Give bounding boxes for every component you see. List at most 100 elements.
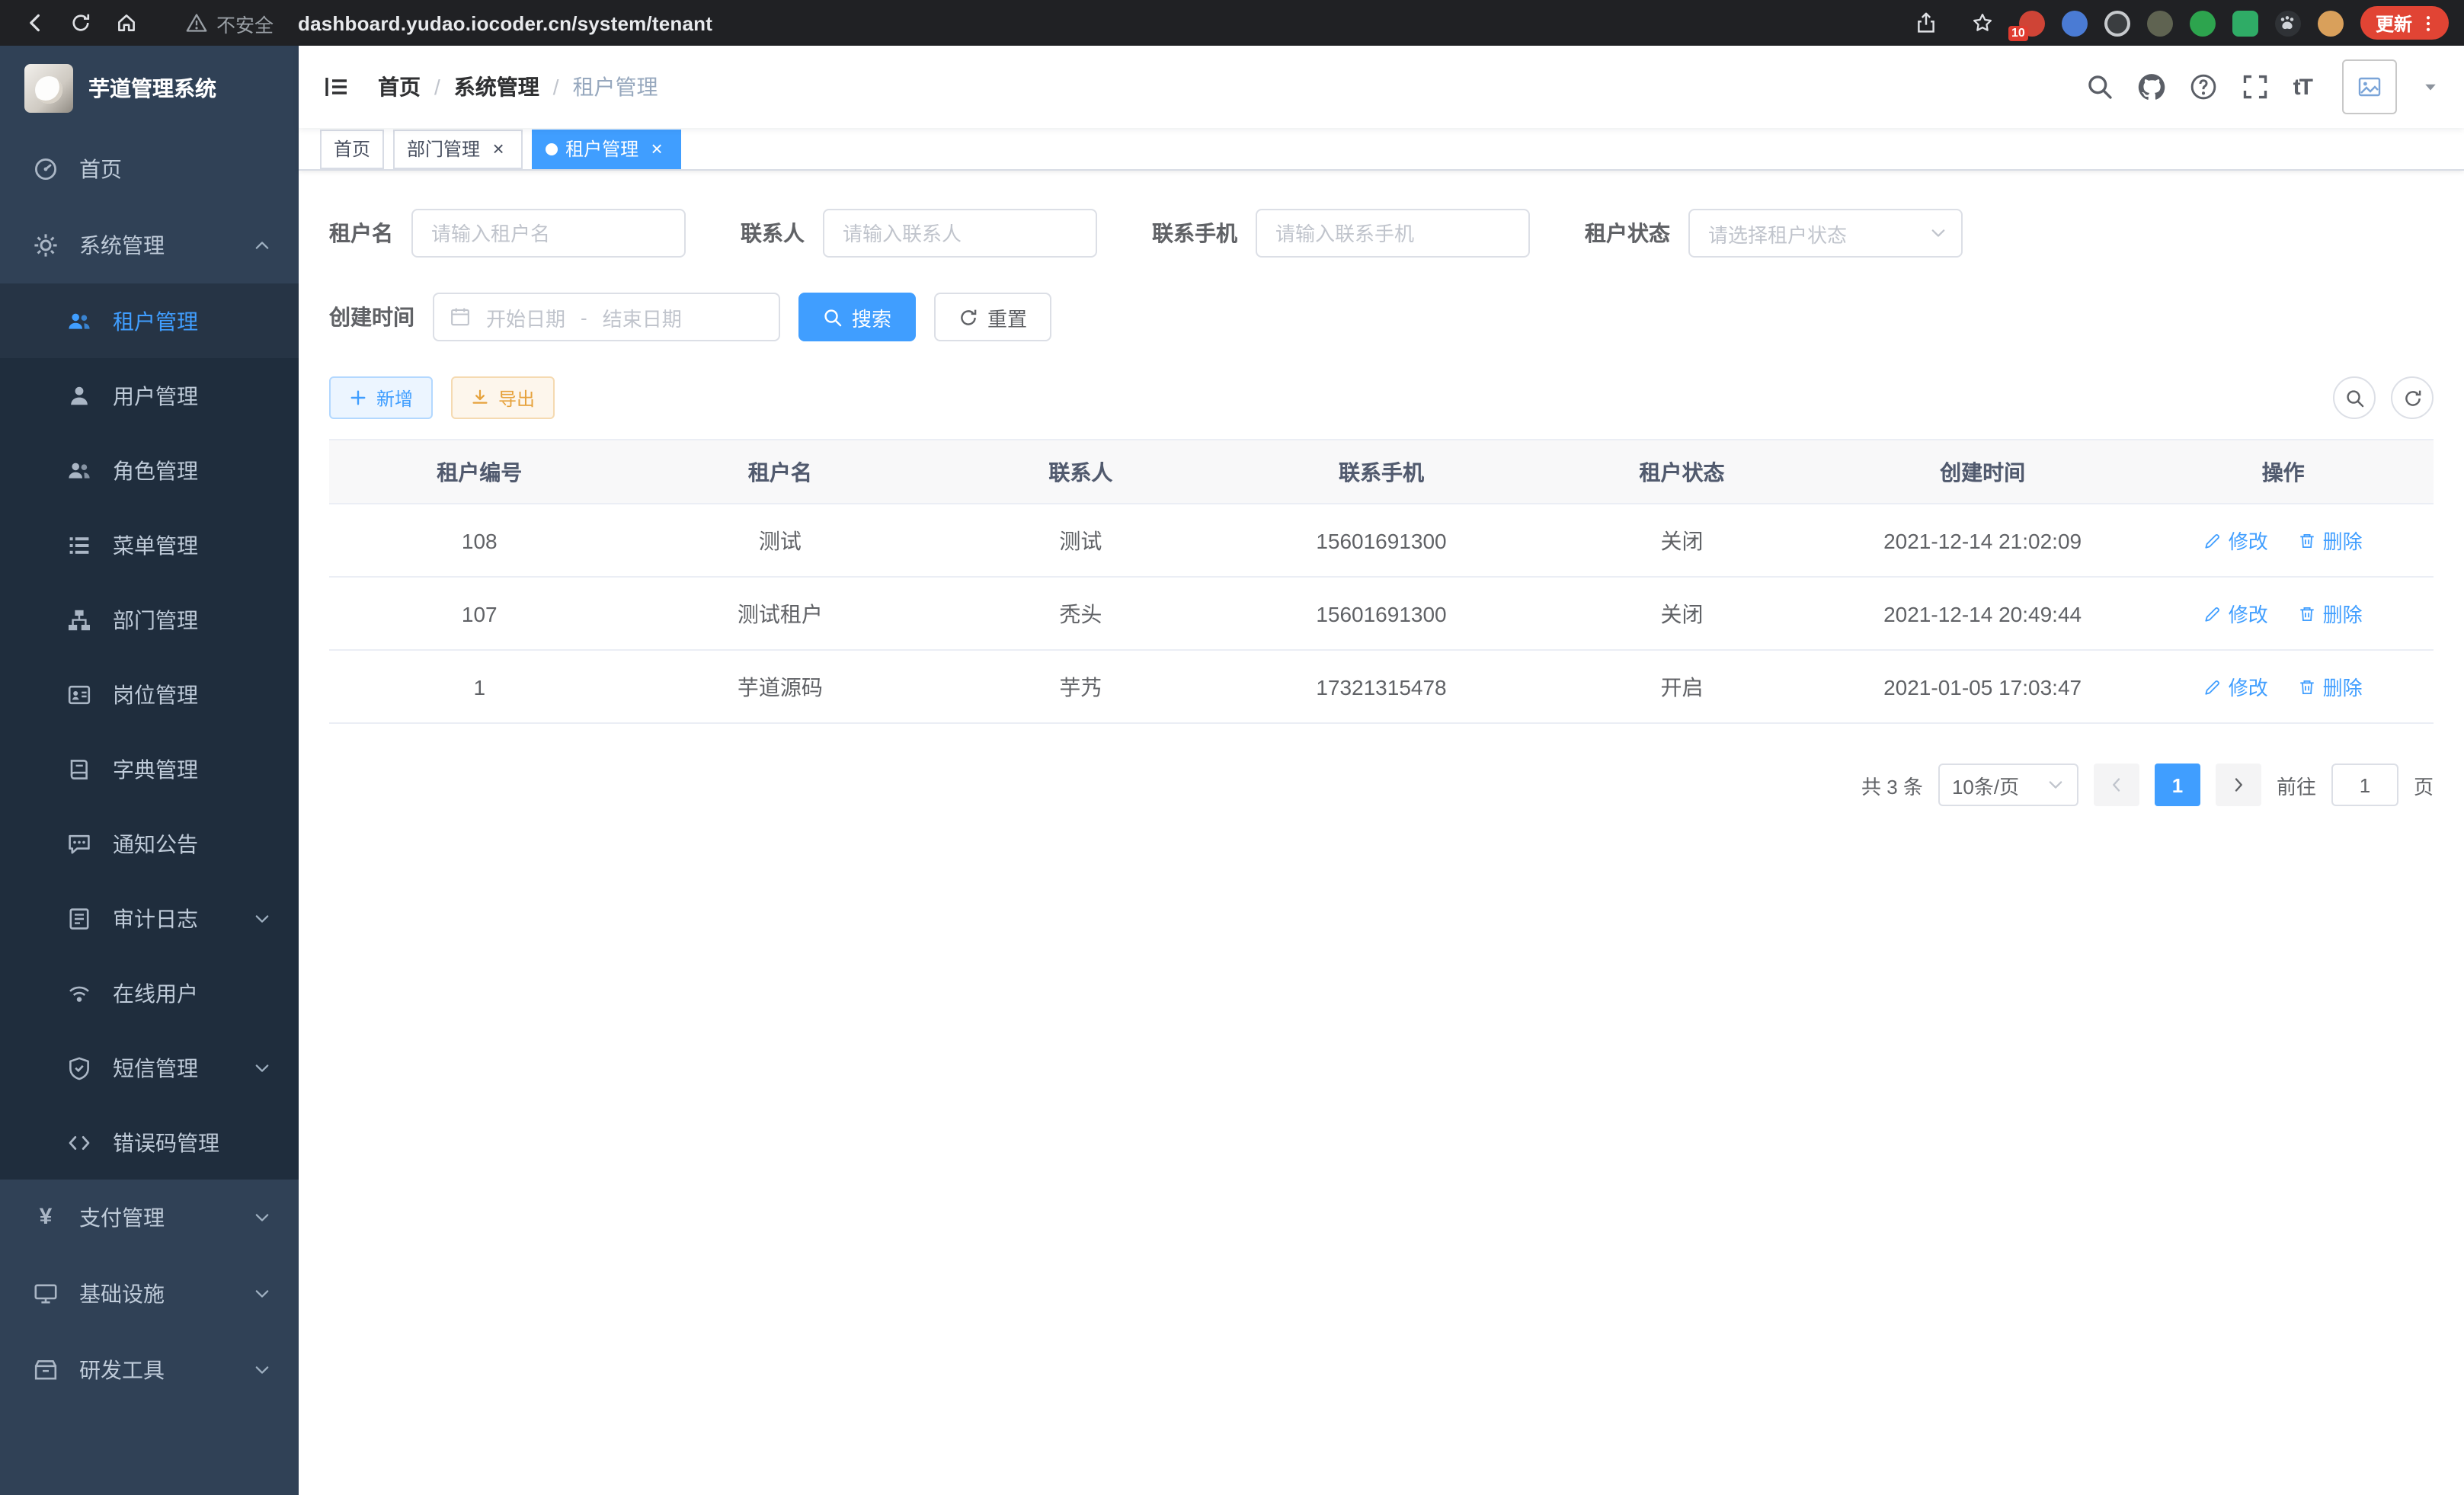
sidebar-item-user[interactable]: 用户管理 <box>0 358 299 433</box>
status-select[interactable]: 请选择租户状态 <box>1688 209 1963 258</box>
github-icon[interactable] <box>2138 73 2165 101</box>
sidebar-item-system[interactable]: 系统管理 <box>0 207 299 283</box>
sidebar-item-audit-log[interactable]: 审计日志 <box>0 881 299 956</box>
extension-icon[interactable] <box>2147 10 2173 36</box>
col-tenant-name: 租户名 <box>630 440 931 504</box>
menu-label: 租户管理 <box>113 306 198 336</box>
page-number-current[interactable]: 1 <box>2155 764 2200 806</box>
sidebar-item-dept[interactable]: 部门管理 <box>0 582 299 657</box>
next-page-button[interactable] <box>2216 764 2261 806</box>
sidebar-collapse-icon[interactable] <box>323 73 350 101</box>
browser-update-button[interactable]: 更新 <box>2360 6 2449 40</box>
contact-label: 联系人 <box>741 218 805 248</box>
tab-tenant[interactable]: 租户管理 × <box>532 129 681 168</box>
font-size-icon[interactable]: tT <box>2293 74 2312 100</box>
menu-label: 通知公告 <box>113 828 198 859</box>
cell-tenant-id: 107 <box>329 577 630 650</box>
sidebar-item-notice[interactable]: 通知公告 <box>0 806 299 881</box>
caret-down-icon[interactable] <box>2421 78 2440 96</box>
broken-image-icon <box>2357 75 2382 99</box>
menu-label: 研发工具 <box>79 1355 165 1385</box>
delete-link[interactable]: 删除 <box>2299 599 2363 628</box>
menu-label: 支付管理 <box>79 1202 165 1233</box>
reset-button[interactable]: 重置 <box>934 293 1051 341</box>
extension-paw-icon[interactable] <box>2275 10 2301 36</box>
browser-reload-button[interactable] <box>61 3 101 43</box>
browser-profile-avatar[interactable] <box>2318 10 2344 36</box>
sidebar-item-dict[interactable]: 字典管理 <box>0 731 299 806</box>
browser-back-button[interactable] <box>15 3 55 43</box>
app-logo-row[interactable]: 芋道管理系统 <box>0 46 299 131</box>
goto-page-input[interactable] <box>2331 764 2398 806</box>
extension-icon[interactable] <box>2104 10 2130 36</box>
edit-link[interactable]: 修改 <box>2204 526 2268 555</box>
close-icon[interactable]: × <box>488 138 509 159</box>
tab-dept[interactable]: 部门管理 × <box>393 129 523 168</box>
edit-link[interactable]: 修改 <box>2204 672 2268 701</box>
extension-icon[interactable]: 10 <box>2019 10 2045 36</box>
pagination-total: 共 3 条 <box>1861 770 1923 799</box>
trash-icon <box>2299 531 2317 549</box>
breadcrumb-home[interactable]: 首页 <box>378 72 421 102</box>
extension-icon[interactable] <box>2232 10 2258 36</box>
page-size-select[interactable]: 10条/页 <box>1938 764 2078 806</box>
sidebar-item-role[interactable]: 角色管理 <box>0 433 299 507</box>
payment-icon: ¥ <box>34 1205 58 1230</box>
contact-input[interactable] <box>823 209 1097 258</box>
site-security-indicator[interactable]: 不安全 <box>186 8 274 37</box>
tenant-name-label: 租户名 <box>329 218 393 248</box>
select-placeholder: 请选择租户状态 <box>1708 219 1847 248</box>
cell-created: 2021-01-05 17:03:47 <box>1832 650 2133 723</box>
col-mobile: 联系手机 <box>1231 440 1532 504</box>
sidebar: 芋道管理系统 首页 系统管理 租户管理 <box>0 46 299 1495</box>
user-avatar[interactable] <box>2342 59 2397 114</box>
sidebar-item-post[interactable]: 岗位管理 <box>0 657 299 731</box>
help-icon[interactable] <box>2190 73 2217 101</box>
refresh-table-button[interactable] <box>2391 376 2434 419</box>
chevron-right-icon <box>2229 776 2248 794</box>
sidebar-item-payment[interactable]: ¥ 支付管理 <box>0 1180 299 1256</box>
tenant-name-input[interactable] <box>411 209 686 258</box>
cell-contact: 芋艿 <box>930 650 1231 723</box>
bookmark-star-icon[interactable] <box>1963 3 2002 43</box>
browser-home-button[interactable] <box>107 3 146 43</box>
edit-link[interactable]: 修改 <box>2204 599 2268 628</box>
sidebar-item-menu[interactable]: 菜单管理 <box>0 507 299 582</box>
sidebar-item-home[interactable]: 首页 <box>0 131 299 207</box>
sidebar-item-devtools[interactable]: 研发工具 <box>0 1332 299 1408</box>
mobile-input[interactable] <box>1256 209 1530 258</box>
close-icon[interactable]: × <box>646 138 667 159</box>
extension-icon[interactable] <box>2190 10 2216 36</box>
search-icon[interactable] <box>2086 73 2114 101</box>
search-button[interactable]: 搜索 <box>798 293 916 341</box>
delete-link[interactable]: 删除 <box>2299 672 2363 701</box>
sidebar-item-error-code[interactable]: 错误码管理 <box>0 1105 299 1180</box>
menu-label: 部门管理 <box>113 604 198 635</box>
breadcrumb-system[interactable]: 系统管理 <box>454 72 539 102</box>
tab-home[interactable]: 首页 <box>320 129 384 168</box>
fullscreen-icon[interactable] <box>2242 73 2269 101</box>
chevron-down-icon <box>253 1058 271 1077</box>
create-time-range-picker[interactable]: 开始日期 - 结束日期 <box>433 293 780 341</box>
address-bar-url[interactable]: dashboard.yudao.iocoder.cn/system/tenant <box>298 11 712 34</box>
app-header: 首页 / 系统管理 / 租户管理 tT <box>299 46 2464 128</box>
share-icon[interactable] <box>1906 3 1946 43</box>
delete-link[interactable]: 删除 <box>2299 526 2363 555</box>
cell-status: 关闭 <box>1531 577 1832 650</box>
trash-icon <box>2299 677 2317 696</box>
create-time-label: 创建时间 <box>329 302 414 332</box>
cell-actions: 修改 删除 <box>2133 650 2434 723</box>
export-button[interactable]: 导出 <box>451 376 555 419</box>
sidebar-item-tenant[interactable]: 租户管理 <box>0 283 299 358</box>
extension-badge: 10 <box>2008 25 2028 40</box>
sms-icon <box>67 1055 91 1080</box>
sidebar-item-infra[interactable]: 基础设施 <box>0 1256 299 1332</box>
edit-icon <box>2204 604 2222 623</box>
extension-icon[interactable] <box>2062 10 2088 36</box>
sidebar-item-sms[interactable]: 短信管理 <box>0 1030 299 1105</box>
prev-page-button[interactable] <box>2094 764 2139 806</box>
kebab-menu-icon[interactable] <box>2418 13 2438 33</box>
toggle-search-button[interactable] <box>2333 376 2376 419</box>
add-button[interactable]: 新增 <box>329 376 433 419</box>
sidebar-item-online-user[interactable]: 在线用户 <box>0 956 299 1030</box>
